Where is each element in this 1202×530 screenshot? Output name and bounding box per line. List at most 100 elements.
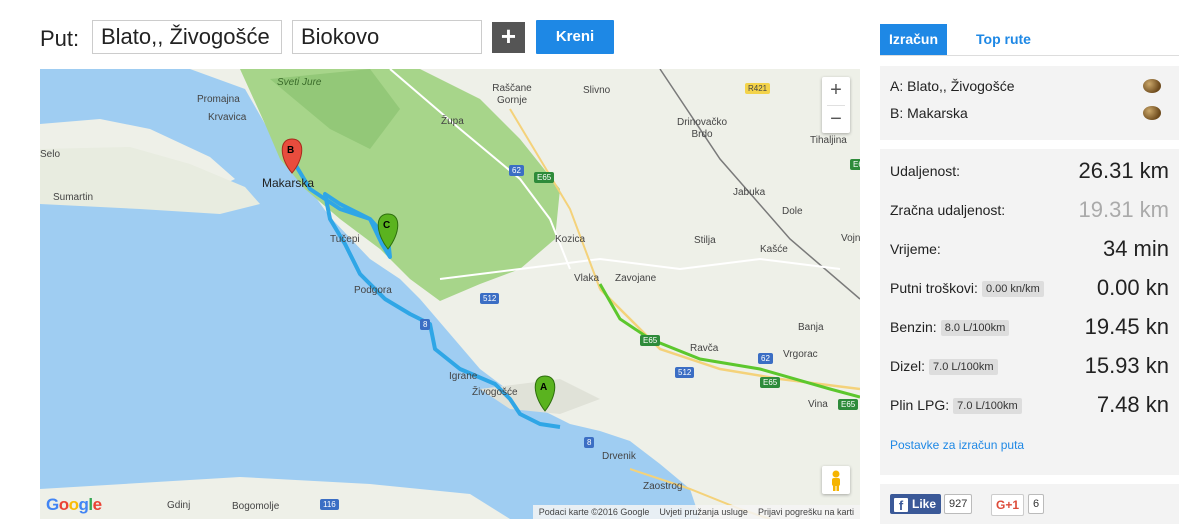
social-bar: f Like 927 G+1 6 — [880, 484, 1179, 524]
zoom-out-button[interactable]: − — [822, 106, 850, 134]
route-stats-panel: Udaljenost: 26.31 km Zračna udaljenost: … — [880, 149, 1179, 475]
street-view-pegman[interactable] — [822, 466, 850, 494]
waypoints-panel: A: Blato,, Živogošće B: Makarska — [880, 66, 1179, 140]
label-zivogosce: Živogošće — [472, 387, 518, 398]
stat-value-lpg: 7.48 kn — [1096, 392, 1169, 417]
waypoint-b: B: Makarska — [890, 105, 968, 121]
label-vlaka: Vlaka — [574, 273, 600, 284]
stat-badge[interactable]: 7.0 L/100km — [953, 398, 1022, 414]
stat-value-diesel: 15.93 kn — [1084, 353, 1169, 378]
label-tihaljina: Tihaljina — [810, 135, 847, 146]
label-gdinj: Gdinj — [167, 500, 191, 511]
marker-b-label: B — [287, 145, 295, 156]
stat-row-distance: Udaljenost: 26.31 km — [890, 157, 1169, 187]
from-input[interactable] — [92, 20, 282, 54]
label-sveti-jure: Sveti Jure — [277, 77, 322, 88]
shield-116: 116 — [320, 499, 339, 510]
route-settings-link[interactable]: Postavke za izračun puta — [890, 438, 1024, 452]
waypoint-a: A: Blato,, Živogošće — [890, 78, 1015, 94]
marker-a-label: A — [540, 382, 548, 393]
label-bogomolje: Bogomolje — [232, 501, 280, 512]
stat-label: Benzin: 8.0 L/100km — [890, 319, 1010, 336]
map-data-attribution: Podaci karte ©2016 Google — [538, 507, 650, 517]
label-zupa: Župa — [441, 116, 464, 127]
stat-row-lpg: Plin LPG: 7.0 L/100km 7.48 kn — [890, 391, 1169, 421]
label-banja: Banja — [798, 322, 824, 333]
map-base — [40, 69, 860, 519]
route-label: Put: — [40, 26, 80, 51]
tab-top-rute[interactable]: Top rute — [967, 24, 1040, 55]
label-stilja: Stilja — [694, 235, 716, 246]
label-dole: Dole — [782, 206, 803, 217]
pegman-icon — [832, 470, 840, 491]
shield-512a: 512 — [480, 293, 500, 304]
shield-e65b: E65 — [640, 335, 661, 346]
waypoint-b-icon[interactable] — [1143, 106, 1161, 120]
label-promajna: Promajna — [197, 94, 240, 105]
label-vojn: Vojn — [841, 233, 860, 244]
stat-row-time: Vrijeme: 34 min — [890, 235, 1169, 265]
stat-label: Putni troškovi: 0.00 kn/km — [890, 280, 1044, 297]
map-terms-link[interactable]: Uvjeti pružanja usluge — [659, 507, 748, 517]
facebook-like-label: Like — [912, 497, 937, 511]
shield-62a: 62 — [509, 165, 524, 176]
label-jabuka: Jabuka — [733, 187, 766, 198]
label-vrgorac: Vrgorac — [783, 349, 818, 360]
shield-8a: 8 — [420, 319, 431, 330]
label-tucepi: Tučepi — [330, 234, 360, 245]
to-input[interactable] — [292, 20, 482, 54]
label-rascane: Raščane Gornje — [492, 83, 532, 106]
label-makarska: Makarska — [262, 176, 315, 190]
stat-label: Vrijeme: — [890, 241, 941, 257]
shield-e65c: E65 — [760, 377, 781, 388]
shield-62b: 62 — [758, 353, 773, 364]
stat-badge[interactable]: 7.0 L/100km — [929, 359, 998, 375]
stat-row-air-distance: Zračna udaljenost: 19.31 km — [890, 196, 1169, 226]
label-zavojane: Zavojane — [615, 273, 657, 284]
route-map[interactable]: B C A Sveti Jure Promajna Krvavica Selo … — [40, 69, 860, 519]
stat-value-air-distance: 19.31 km — [1078, 197, 1170, 222]
tab-izracun[interactable]: Izračun — [880, 24, 948, 55]
stat-label: Zračna udaljenost: — [890, 202, 1006, 218]
stat-row-petrol: Benzin: 8.0 L/100km 19.45 kn — [890, 313, 1169, 343]
shield-e65a: E65 — [534, 172, 555, 183]
facebook-like-count: 927 — [944, 494, 973, 514]
shield-512b: 512 — [675, 367, 695, 378]
label-krvavica: Krvavica — [208, 112, 247, 123]
label-podgora: Podgora — [354, 285, 392, 296]
shield-e65e: E65 — [850, 159, 860, 170]
map-footer: Podaci karte ©2016 Google Uvjeti pružanj… — [532, 505, 860, 519]
stat-row-diesel: Dizel: 7.0 L/100km 15.93 kn — [890, 352, 1169, 382]
facebook-like-button[interactable]: f Like — [890, 494, 942, 514]
label-drinovacko: Drinovačko Brdo — [676, 117, 728, 140]
stat-value-distance: 26.31 km — [1078, 158, 1170, 183]
label-vina: Vina — [808, 399, 828, 410]
stat-label: Plin LPG: 7.0 L/100km — [890, 397, 1022, 414]
shield-8b: 8 — [584, 437, 595, 448]
label-kasce: Kašće — [760, 244, 788, 255]
label-kozica: Kozica — [555, 234, 586, 245]
zoom-in-button[interactable]: + — [822, 77, 850, 105]
facebook-icon: f — [894, 498, 908, 513]
add-waypoint-button[interactable]: + — [492, 22, 525, 53]
google-plus-button[interactable]: G+1 — [991, 494, 1025, 516]
stat-badge[interactable]: 0.00 kn/km — [981, 281, 1044, 297]
stat-row-travel-cost: Putni troškovi: 0.00 kn/km 0.00 kn — [890, 274, 1169, 304]
stat-label: Dizel: 7.0 L/100km — [890, 358, 998, 375]
result-tabs: Izračun Top rute — [880, 24, 1179, 56]
go-button[interactable]: Kreni — [536, 20, 614, 54]
stat-value-travel-cost: 0.00 kn — [1096, 275, 1169, 300]
label-slivno: Slivno — [583, 85, 611, 96]
label-zaostrog: Zaostrog — [643, 481, 683, 492]
label-ravca: Ravča — [690, 343, 719, 354]
zoom-control: + − — [822, 77, 850, 133]
stat-value-petrol: 19.45 kn — [1084, 314, 1169, 339]
marker-c-label: C — [383, 220, 391, 231]
waypoint-a-icon[interactable] — [1143, 79, 1161, 93]
label-selo: Selo — [40, 149, 61, 160]
label-igrane: Igrane — [449, 371, 478, 382]
google-logo: Google — [46, 495, 102, 514]
label-drvenik: Drvenik — [602, 451, 636, 462]
stat-badge[interactable]: 8.0 L/100km — [940, 320, 1010, 336]
map-report-link[interactable]: Prijavi pogrešku na karti — [758, 507, 854, 517]
